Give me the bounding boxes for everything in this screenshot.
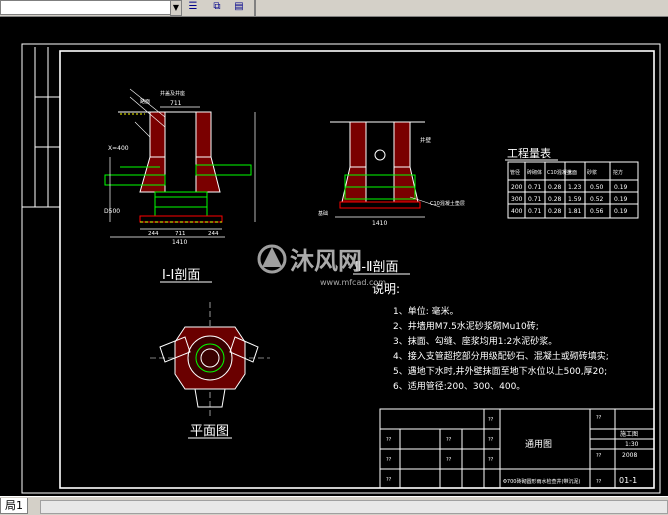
plan-title: 平面图 bbox=[190, 424, 229, 439]
table-cell: 0.71 bbox=[528, 184, 542, 191]
dimension-label: 1410 bbox=[172, 239, 187, 246]
dimension-label: 711 bbox=[175, 231, 186, 237]
plan-view-drawing bbox=[150, 302, 270, 417]
table-cell: 0.50 bbox=[590, 184, 604, 191]
notes-block: 说明: 1、单位: 毫米。 2、井墙用M7.5水泥砂浆砌Mu10砖; 3、抹面、… bbox=[372, 281, 609, 392]
table-header: 砖砌体 bbox=[527, 169, 542, 176]
title-block-field: ?? bbox=[386, 477, 392, 483]
title-block-main-title: 通用图 bbox=[525, 439, 552, 450]
dimension-label: 244 bbox=[208, 231, 219, 237]
leader-label: 井盖及井座 bbox=[160, 90, 185, 97]
dimension-label: X=400 bbox=[108, 145, 129, 152]
layout-tab-bar: 局1 bbox=[0, 496, 668, 515]
note-item: 6、适用管径:200、300、400。 bbox=[393, 380, 525, 392]
table-cell: 0.56 bbox=[590, 208, 604, 215]
dimension-label: D500 bbox=[104, 208, 120, 215]
table-cell: 0.19 bbox=[614, 184, 628, 191]
title-block-field: ?? bbox=[488, 417, 494, 423]
title-block-field: ?? bbox=[596, 453, 602, 459]
table-cell: 0.28 bbox=[548, 196, 562, 203]
table-cell: 1.81 bbox=[568, 208, 582, 215]
title-block-scale: 1:30 bbox=[625, 441, 639, 448]
title-block-field: ?? bbox=[488, 437, 494, 443]
table-header: 抹面 bbox=[567, 169, 577, 176]
table-cell: 0.19 bbox=[614, 208, 628, 215]
title-block-field: ?? bbox=[446, 437, 452, 443]
note-item: 3、抹面、勾缝、座浆均用1:2水泥砂浆。 bbox=[393, 335, 557, 347]
leader-label: 基础 bbox=[318, 210, 328, 217]
drawing-canvas[interactable]: 井盖及井座 路面 711 X=400 D500 244 711 244 1410… bbox=[0, 17, 668, 496]
title-block-field: ?? bbox=[386, 457, 392, 463]
note-item: 1、单位: 毫米。 bbox=[393, 305, 459, 317]
chevron-down-icon[interactable]: ▼ bbox=[170, 0, 182, 16]
title-block: 通用图 Φ700砖砌圆形雨水检查井(带沉泥) 施工图 1:30 2008 01-… bbox=[379, 408, 655, 489]
title-block-drawing-no: 01-1 bbox=[619, 476, 637, 485]
section-1-drawing: 井盖及井座 路面 711 X=400 D500 244 711 244 1410 bbox=[104, 88, 256, 246]
table-cell: 0.52 bbox=[590, 196, 604, 203]
quantity-table: 工程量表 管径 砖砌体 C10混凝土 抹面 砂浆 挖方 200 0.71 0.2… bbox=[505, 146, 639, 219]
watermark-text: 沐风网 bbox=[290, 247, 362, 275]
cad-drawing: 井盖及井座 路面 711 X=400 D500 244 711 244 1410… bbox=[21, 43, 661, 494]
match-properties-icon[interactable]: ⧉ bbox=[210, 0, 224, 14]
leader-label: 路面 bbox=[140, 98, 150, 105]
table-header: 挖方 bbox=[613, 169, 623, 176]
title-block-subtitle: Φ700砖砌圆形雨水检查井(带沉泥) bbox=[503, 478, 580, 485]
section-1-title: Ⅰ-Ⅰ剖面 bbox=[162, 268, 200, 283]
toolbar: ▼ ☰ ⧉ ▤ bbox=[0, 0, 668, 17]
title-block-field: ?? bbox=[488, 457, 494, 463]
table-cell: 400 bbox=[511, 208, 523, 215]
table-cell: 0.28 bbox=[548, 184, 562, 191]
title-block-field: ?? bbox=[596, 415, 602, 421]
toolbar-separator bbox=[254, 0, 256, 16]
table-cell: 1.59 bbox=[568, 196, 582, 203]
layer-states-icon[interactable]: ▤ bbox=[232, 0, 246, 14]
watermark-url: www.mfcad.com bbox=[320, 278, 386, 287]
quantity-table-title: 工程量表 bbox=[507, 146, 551, 160]
title-block-stage: 施工图 bbox=[620, 430, 638, 438]
tab-layout-1[interactable]: 局1 bbox=[0, 498, 28, 514]
table-cell: 200 bbox=[511, 184, 523, 191]
table-cell: 0.28 bbox=[548, 208, 562, 215]
table-cell: 300 bbox=[511, 196, 523, 203]
title-block-field: ?? bbox=[386, 437, 392, 443]
note-item: 2、井墙用M7.5水泥砂浆砌Mu10砖; bbox=[393, 320, 539, 332]
dimension-label: 1410 bbox=[372, 220, 387, 227]
note-item: 5、遇地下水时,井外壁抹面至地下水位以上500,厚20; bbox=[393, 365, 607, 377]
table-cell: 0.71 bbox=[528, 196, 542, 203]
table-header: 管径 bbox=[510, 169, 520, 176]
dimension-label: 244 bbox=[148, 231, 159, 237]
leader-label: 井壁 bbox=[420, 136, 432, 144]
table-cell: 0.19 bbox=[614, 196, 628, 203]
section-2-drawing: 1410 井壁 C10混凝土垫层 基础 bbox=[318, 121, 465, 227]
title-block-field: ?? bbox=[446, 457, 452, 463]
table-header: 砂浆 bbox=[587, 169, 597, 176]
title-block-field: ?? bbox=[596, 479, 602, 485]
title-block-year: 2008 bbox=[622, 452, 637, 459]
table-cell: 1.23 bbox=[568, 184, 582, 191]
horizontal-scrollbar[interactable] bbox=[40, 500, 668, 514]
leader-label: C10混凝土垫层 bbox=[430, 200, 465, 207]
layer-dropdown[interactable] bbox=[0, 0, 180, 15]
table-cell: 0.71 bbox=[528, 208, 542, 215]
dimension-label: 711 bbox=[170, 100, 182, 107]
layer-icon[interactable]: ☰ bbox=[186, 0, 200, 14]
note-item: 4、接入支管超挖部分用级配砂石、混凝土或砌砖填实; bbox=[393, 350, 609, 362]
